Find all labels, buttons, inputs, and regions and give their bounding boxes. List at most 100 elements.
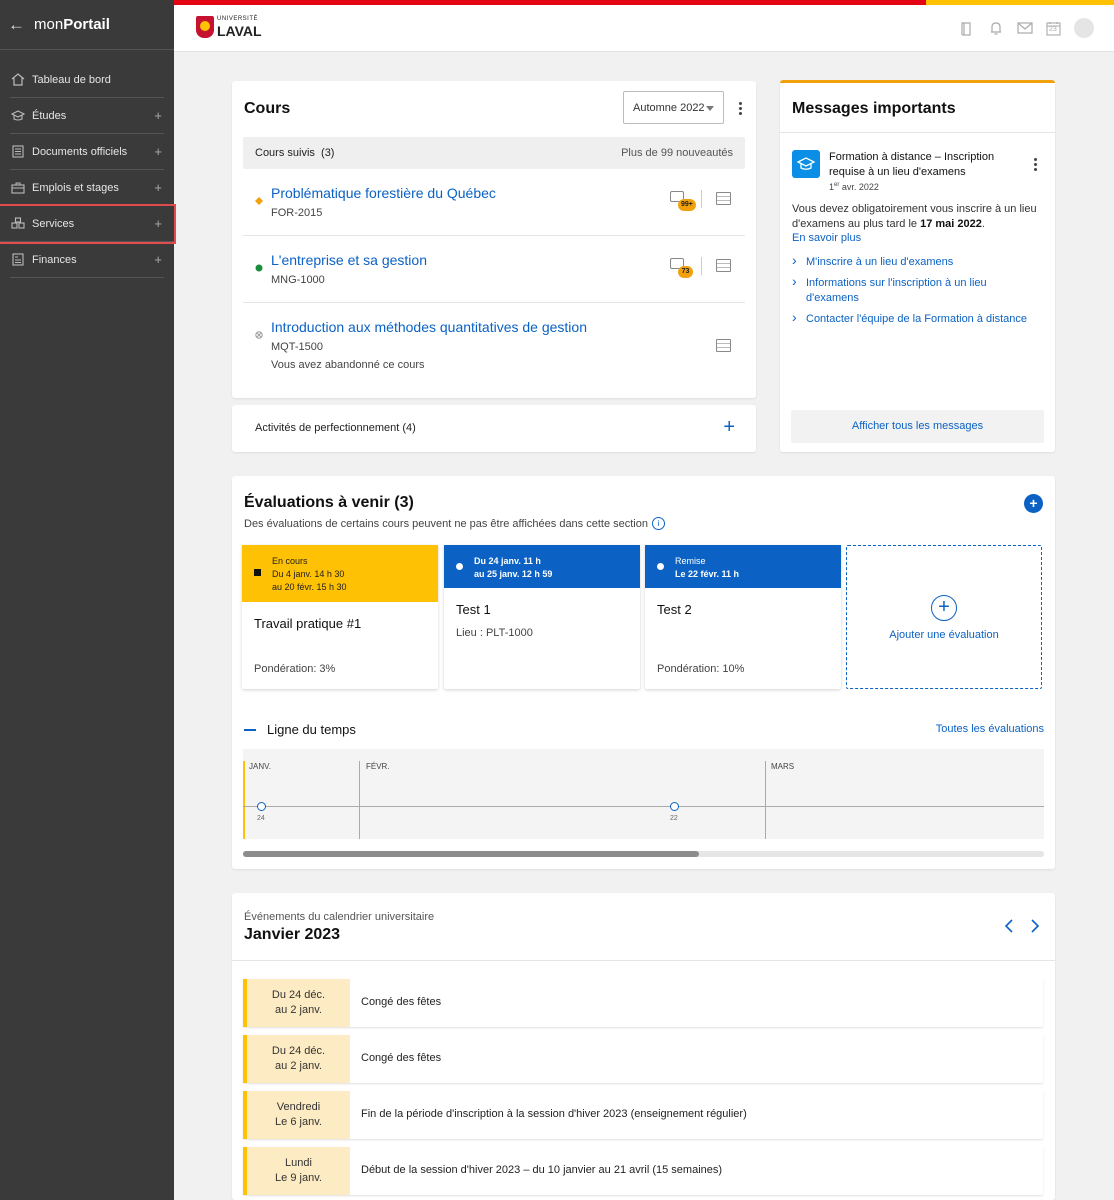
- add-evaluation-card[interactable]: + Ajouter une évaluation: [846, 545, 1042, 689]
- shield-icon: [196, 15, 214, 38]
- session-select[interactable]: Automne 2022: [623, 91, 724, 124]
- event-title: Congé des fêtes: [361, 996, 442, 1008]
- sidebar-item-services[interactable]: Services +: [0, 204, 176, 244]
- evaluation-date: Du 24 janv. 11 h: [474, 556, 541, 566]
- timeline-point[interactable]: [257, 802, 266, 811]
- plus-icon[interactable]: +: [154, 252, 162, 267]
- evaluation-state: En cours: [272, 556, 308, 566]
- add-evaluation-label: Ajouter une évaluation: [889, 629, 999, 641]
- more-vertical-icon[interactable]: [739, 102, 743, 115]
- info-icon[interactable]: i: [652, 517, 665, 530]
- scrollbar-thumb[interactable]: [243, 851, 699, 857]
- course-note: Vous avez abandonné ce cours: [271, 359, 425, 371]
- notification-badge: 73: [678, 266, 693, 278]
- calendar-icon[interactable]: [716, 192, 731, 205]
- message-title[interactable]: Formation à distance – Inscription requi…: [829, 150, 1004, 180]
- all-evaluations-link[interactable]: Toutes les évaluations: [936, 723, 1044, 735]
- timeline-point-label: 22: [670, 815, 678, 822]
- sidebar-header: ← monPortail: [0, 0, 174, 50]
- activities-label: Activités de perfectionnement (4): [255, 422, 416, 434]
- courses-news[interactable]: Plus de 99 nouveautés: [621, 147, 733, 159]
- plus-icon[interactable]: +: [154, 144, 162, 159]
- more-vertical-icon[interactable]: [1034, 158, 1038, 171]
- timeline-point[interactable]: [670, 802, 679, 811]
- session-select-value: Automne 2022: [633, 102, 705, 114]
- evaluation-date: Du 4 janv. 14 h 30: [272, 569, 345, 579]
- mail-icon[interactable]: [1016, 20, 1033, 37]
- course-code: MQT-1500: [271, 341, 323, 353]
- course-item[interactable]: Problématique forestière du Québec FOR-2…: [243, 185, 745, 236]
- diamond-status-icon: [255, 194, 263, 208]
- sidebar-item-documents-officiels[interactable]: Documents officiels +: [10, 134, 164, 170]
- calendar-icon[interactable]: [716, 259, 731, 272]
- sidebar-item-label: Finances: [32, 253, 77, 266]
- courses-title: Cours: [244, 100, 291, 117]
- book-icon[interactable]: [958, 20, 975, 37]
- sidebar-item-tableau-de-bord[interactable]: Tableau de bord: [10, 62, 164, 98]
- brand-bar-red: [174, 0, 926, 5]
- sidebar-item-emplois-et-stages[interactable]: Emplois et stages +: [10, 170, 164, 206]
- evaluation-title: Test 2: [657, 602, 692, 617]
- brand-name[interactable]: monPortail: [34, 16, 110, 33]
- chevron-right-icon[interactable]: [1030, 918, 1040, 939]
- brand-bold: Portail: [63, 16, 110, 33]
- evaluation-card[interactable]: Remise Le 22 févr. 11 h Test 2 Pondérati…: [645, 545, 841, 689]
- activities-card[interactable]: Activités de perfectionnement (4) +: [232, 405, 756, 452]
- plus-icon[interactable]: +: [154, 180, 162, 195]
- topbar: UNIVERSITÉ LAVAL 23: [174, 0, 1114, 52]
- course-name[interactable]: Problématique forestière du Québec: [271, 185, 496, 201]
- timeline[interactable]: JANV. FÉVR. MARS 24 22: [243, 749, 1044, 839]
- evaluations-subtitle: Des évaluations de certains cours peuven…: [244, 517, 665, 530]
- calendar-icon[interactable]: [716, 339, 731, 352]
- plus-icon[interactable]: +: [723, 416, 735, 439]
- finance-icon: [10, 253, 26, 267]
- contact-team-link[interactable]: Contacter l'équipe de la Formation à dis…: [792, 310, 1042, 327]
- bell-icon[interactable]: [987, 20, 1004, 37]
- calendar-event[interactable]: Du 24 déc. au 2 janv. Congé des fêtes: [243, 1035, 1043, 1083]
- dot-status-icon: [657, 563, 664, 570]
- calendar-event[interactable]: Du 24 déc. au 2 janv. Congé des fêtes: [243, 979, 1043, 1027]
- register-exam-link[interactable]: M'inscrire à un lieu d'examens: [792, 253, 1042, 270]
- sidebar-item-etudes[interactable]: Études +: [10, 98, 164, 134]
- chevron-left-icon[interactable]: [1004, 918, 1014, 939]
- timeline-month: MARS: [771, 762, 795, 771]
- calendar-event[interactable]: Vendredi Le 6 janv. Fin de la période d'i…: [243, 1091, 1043, 1139]
- arrow-left-icon[interactable]: ←: [8, 15, 30, 35]
- month-divider: [359, 761, 360, 839]
- plus-icon[interactable]: +: [154, 108, 162, 123]
- calendar-day: 23: [1049, 25, 1057, 33]
- calendar-icon[interactable]: 23: [1045, 20, 1062, 37]
- messages-card: Messages importants Formation à distance…: [780, 80, 1055, 452]
- plus-icon[interactable]: +: [154, 216, 162, 231]
- course-code: MNG-1000: [271, 274, 325, 286]
- avatar[interactable]: [1074, 18, 1094, 38]
- home-icon: [10, 73, 26, 87]
- evaluation-card[interactable]: Du 24 janv. 11 h au 25 janv. 12 h 59 Tes…: [444, 545, 640, 689]
- event-date: Lundi Le 9 janv.: [243, 1147, 350, 1195]
- graduation-cap-icon: [10, 109, 26, 123]
- evaluation-weight: Pondération: 10%: [657, 663, 745, 675]
- sidebar-item-label: Emplois et stages: [32, 181, 119, 194]
- course-name[interactable]: Introduction aux méthodes quantitatives …: [271, 319, 587, 335]
- sidebar-item-label: Services: [32, 217, 75, 230]
- event-date: Vendredi Le 6 janv.: [243, 1091, 350, 1139]
- event-title: Fin de la période d'inscription à la ses…: [361, 1108, 747, 1120]
- calendar-month: Janvier 2023: [244, 926, 341, 943]
- registration-info-link[interactable]: Informations sur l'inscription à un lieu…: [792, 274, 1042, 306]
- course-item[interactable]: L'entreprise et sa gestion MNG-1000 73: [243, 252, 745, 303]
- evaluation-card[interactable]: En cours Du 4 janv. 14 h 30 au 20 févr. …: [242, 545, 438, 689]
- timeline-toggle[interactable]: Ligne du temps: [244, 722, 356, 737]
- timeline-scrollbar[interactable]: [243, 851, 1044, 857]
- sidebar-item-label: Tableau de bord: [32, 73, 111, 86]
- calendar-event[interactable]: Lundi Le 9 janv. Début de la session d'hi…: [243, 1147, 1043, 1195]
- timeline-month: FÉVR.: [366, 762, 390, 771]
- show-all-messages-button[interactable]: Afficher tous les messages: [791, 410, 1044, 443]
- learn-more-link[interactable]: En savoir plus: [792, 232, 861, 244]
- divider: [701, 257, 702, 275]
- course-name[interactable]: L'entreprise et sa gestion: [271, 252, 427, 268]
- course-item[interactable]: Introduction aux méthodes quantitatives …: [243, 319, 745, 389]
- university-logo[interactable]: UNIVERSITÉ LAVAL: [196, 15, 262, 38]
- add-evaluation-icon[interactable]: +: [1024, 494, 1043, 513]
- sidebar-item-finances[interactable]: Finances +: [10, 242, 164, 278]
- evaluations-title: Évaluations à venir (3): [244, 494, 414, 511]
